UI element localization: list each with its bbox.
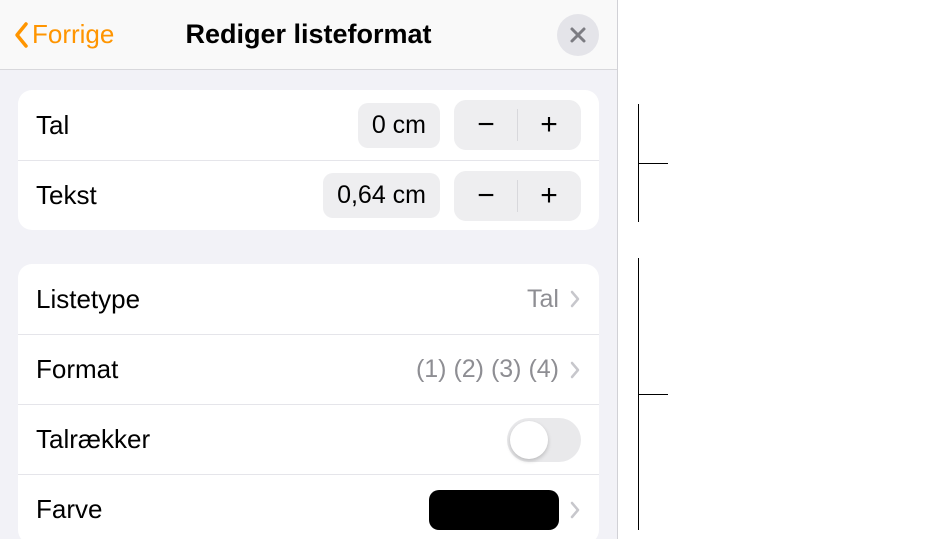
tal-stepper: − + <box>454 100 581 150</box>
close-icon <box>569 26 587 44</box>
toggle-knob <box>510 421 548 459</box>
list-settings-group: Listetype Tal Format (1) (2) (3) (4) Tal… <box>18 264 599 544</box>
tekst-label: Tekst <box>36 180 323 211</box>
callout-line-1 <box>638 163 668 164</box>
chevron-right-icon <box>569 289 581 309</box>
tekst-stepper: − + <box>454 171 581 221</box>
format-value: (1) (2) (3) (4) <box>416 355 559 384</box>
color-swatch <box>429 490 559 530</box>
talraekker-toggle[interactable] <box>507 418 581 462</box>
header-bar: Forrige Rediger listeformat <box>0 0 617 70</box>
farve-row[interactable]: Farve <box>18 474 599 544</box>
settings-scroll: Tal 0 cm − + Tekst 0,64 cm − + <box>0 70 617 544</box>
chevron-right-icon <box>569 500 581 520</box>
format-label: Format <box>36 354 416 385</box>
tekst-indent-row: Tekst 0,64 cm − + <box>18 160 599 230</box>
callout-line-2 <box>638 394 668 395</box>
tal-value: 0 cm <box>358 103 440 148</box>
format-row[interactable]: Format (1) (2) (3) (4) <box>18 334 599 404</box>
listetype-value: Tal <box>527 285 559 314</box>
farve-label: Farve <box>36 494 429 525</box>
close-button[interactable] <box>557 14 599 56</box>
tekst-decrement-button[interactable]: − <box>455 172 517 220</box>
tekst-increment-button[interactable]: + <box>518 172 580 220</box>
tal-decrement-button[interactable]: − <box>455 101 517 149</box>
tekst-value: 0,64 cm <box>323 173 440 218</box>
chevron-right-icon <box>569 360 581 380</box>
listetype-label: Listetype <box>36 284 527 315</box>
chevron-left-icon <box>12 20 32 50</box>
tal-indent-row: Tal 0 cm − + <box>18 90 599 160</box>
indent-group: Tal 0 cm − + Tekst 0,64 cm − + <box>18 90 599 230</box>
talraekker-label: Talrækker <box>36 424 507 455</box>
tal-label: Tal <box>36 110 358 141</box>
back-label: Forrige <box>32 19 114 50</box>
back-button[interactable]: Forrige <box>12 19 114 50</box>
talraekker-row: Talrækker <box>18 404 599 474</box>
listetype-row[interactable]: Listetype Tal <box>18 264 599 334</box>
tal-increment-button[interactable]: + <box>518 101 580 149</box>
edit-list-format-panel: Forrige Rediger listeformat Tal 0 cm − +… <box>0 0 618 539</box>
